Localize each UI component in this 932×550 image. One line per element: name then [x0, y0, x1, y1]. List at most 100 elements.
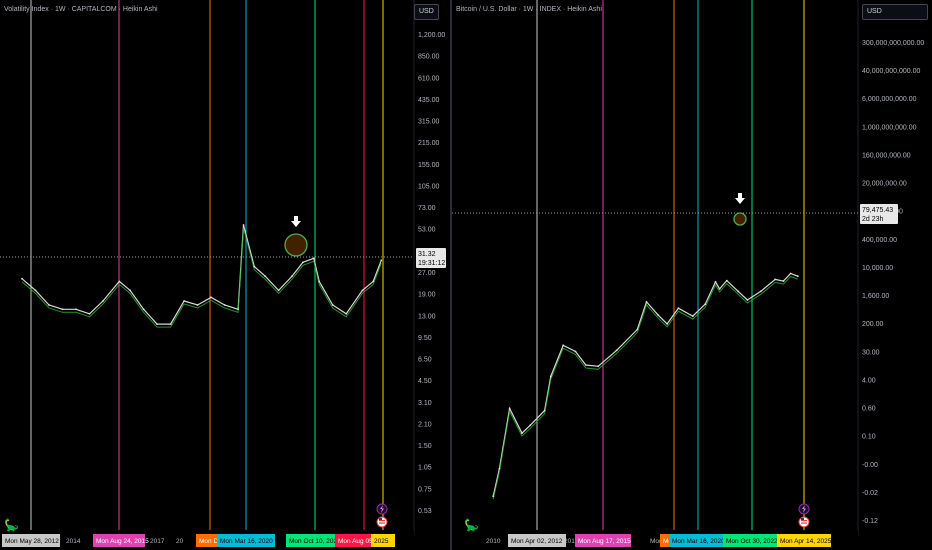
- right-chart-title: Bitcoin / U.S. Dollar · 1W · INDEX · Hei…: [456, 6, 602, 13]
- price-point: [657, 313, 659, 316]
- price-point: [666, 323, 668, 325]
- y-tick-label: 105.00: [418, 183, 440, 190]
- price-point: [345, 312, 348, 315]
- price-point: [543, 409, 546, 412]
- y-tick-label: 160,000,000.00: [862, 152, 911, 159]
- flag-canton: [379, 518, 382, 520]
- y-tick-label: 3.10: [418, 400, 432, 407]
- y-tick-label: 9.50: [418, 335, 432, 342]
- y-tick-label: 200.00: [862, 321, 884, 328]
- flag-stripe: [379, 520, 385, 522]
- right-currency-button[interactable]: USD: [862, 4, 928, 20]
- price-point: [156, 323, 159, 325]
- flag-stripe: [379, 522, 385, 524]
- y-tick-label: 155.00: [418, 162, 440, 169]
- price-point: [714, 281, 717, 283]
- price-point: [796, 275, 799, 278]
- price-point: [789, 272, 792, 275]
- price-point: [183, 300, 186, 302]
- volatility-chart[interactable]: 1,200.00 850.00 610.00 435.00 315.00 215.00 15…: [0, 0, 450, 550]
- y-tick-label: 215.00: [418, 140, 440, 147]
- x-tick-label: 2014: [66, 538, 81, 545]
- price-point: [597, 365, 600, 368]
- left-currency-button[interactable]: USD: [414, 4, 439, 20]
- bitcoin-chart-panel[interactable]: 300,000,000,000.00 40,000,000,000.00 6,000…: [452, 0, 932, 550]
- price-point: [737, 290, 739, 293]
- marker-date-label: Mon May 28, 2012: [5, 538, 59, 545]
- y-tick-label: 1.50: [418, 443, 432, 450]
- marker-date-label: Mon Oct 10, 2022: [289, 538, 341, 545]
- current-price-box: 31.32 19:31:12: [416, 248, 446, 268]
- y-tick-label: 27.00: [418, 270, 436, 277]
- price-point: [331, 304, 334, 306]
- y-tick-label: 13.00: [418, 313, 436, 320]
- marker-date-label: Mon Apr 02, 2012: [511, 538, 563, 545]
- y-tick-label: 40,000,000,000.00: [862, 68, 920, 75]
- marker-date-label: Mon Mar 16, 2020: [672, 538, 725, 545]
- current-price-label: 31.32: [418, 251, 436, 258]
- y-tick-label: 4.00: [862, 377, 876, 384]
- price-point: [169, 323, 172, 325]
- y-tick-label: 1,000,000,000.00: [862, 124, 917, 131]
- price-point: [529, 424, 532, 427]
- volatility-chart-panel[interactable]: 1,200.00 850.00 610.00 435.00 315.00 215.00 15…: [0, 0, 450, 550]
- price-point: [237, 308, 240, 311]
- price-point: [302, 261, 304, 264]
- price-point: [210, 296, 213, 299]
- price-point: [48, 304, 50, 306]
- current-price-box: 79,475.43 2d 23h: [860, 204, 898, 224]
- y-tick-label: 0.60: [862, 406, 876, 413]
- price-point: [312, 257, 315, 260]
- highlight-circle: [733, 212, 747, 226]
- y-tick-label: -0.00: [862, 462, 878, 469]
- y-tick-label: 73.00: [418, 205, 436, 212]
- y-tick-label: 1.05: [418, 465, 432, 472]
- y-tick-label: 1,200.00: [418, 32, 445, 39]
- price-point: [223, 304, 226, 306]
- y-tick-label: 20,000,000.00: [862, 181, 907, 188]
- price-point: [718, 288, 721, 290]
- marker-date-label: Mon Aug 24, 2015: [96, 538, 149, 545]
- y-tick-label: 53.00: [418, 227, 436, 234]
- marker-date-label: 2025: [374, 538, 389, 545]
- price-point: [61, 308, 64, 311]
- price-point: [508, 407, 511, 410]
- flag-stripe: [801, 522, 807, 524]
- tradingview-logo-icon: 🦕: [464, 518, 479, 532]
- y-tick-label: 6.50: [418, 357, 432, 364]
- price-point: [774, 278, 777, 281]
- price-point: [291, 275, 293, 277]
- countdown-label: 2d 23h: [862, 216, 884, 223]
- price-point: [782, 280, 785, 282]
- price-point: [615, 349, 618, 352]
- price-point: [380, 259, 383, 262]
- price-point: [264, 275, 266, 277]
- price-point: [759, 290, 762, 293]
- price-point: [196, 304, 199, 306]
- price-point: [129, 289, 132, 292]
- x-tick-label: 20: [176, 538, 184, 545]
- price-point: [21, 277, 23, 280]
- y-tick-label: 4.50: [418, 378, 432, 385]
- countdown-label: 19:31:12: [418, 260, 445, 267]
- flag-stripe: [801, 520, 807, 522]
- price-point: [645, 301, 648, 303]
- bitcoin-chart[interactable]: 300,000,000,000.00 40,000,000,000.00 6,000…: [452, 0, 932, 550]
- price-point: [725, 279, 728, 282]
- price-point: [361, 289, 364, 292]
- price-point: [142, 308, 145, 311]
- y-tick-label: 19.00: [418, 292, 436, 299]
- x-tick-label: 2010: [486, 538, 501, 545]
- marker-date-label: Mon Oct 30, 2022: [726, 538, 778, 545]
- price-point: [277, 289, 280, 292]
- price-point: [636, 328, 639, 331]
- y-tick-label: 435.00: [418, 97, 440, 104]
- y-tick-label: 300,000,000,000.00: [862, 40, 924, 47]
- price-point: [584, 364, 587, 366]
- y-tick-label: 400,000.00: [862, 237, 897, 244]
- highlight-circle: [284, 233, 308, 257]
- price-point: [318, 280, 321, 283]
- y-tick-label: 0.75: [418, 486, 432, 493]
- price-point: [102, 300, 104, 302]
- y-tick-label: 315.00: [418, 119, 440, 126]
